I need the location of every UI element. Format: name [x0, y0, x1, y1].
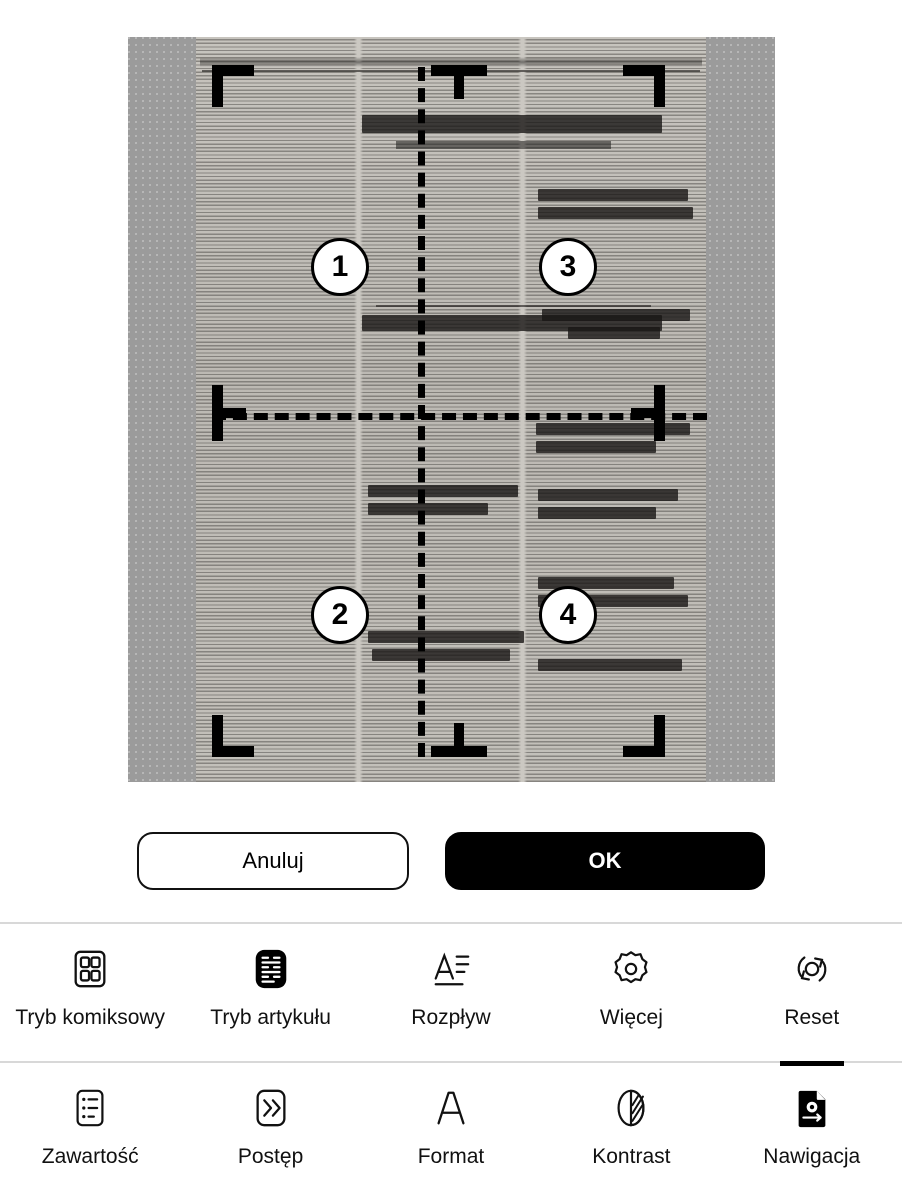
tool-more[interactable]: Więcej — [544, 924, 719, 1030]
scan-masthead — [200, 57, 702, 67]
scan-headline — [536, 423, 690, 435]
cancel-button[interactable]: Anuluj — [137, 832, 409, 890]
dialog-action-bar: Anuluj OK — [0, 800, 902, 922]
tool-label: Kontrast — [592, 1145, 671, 1168]
scan-headline — [538, 659, 682, 671]
tool-reset[interactable]: Reset — [724, 924, 899, 1030]
scan-headline — [538, 507, 656, 519]
crop-region-badge-3[interactable]: 3 — [539, 238, 597, 296]
crop-split-vertical[interactable] — [418, 67, 425, 757]
tool-label: Tryb artykułu — [210, 1006, 331, 1029]
crop-region-badge-1[interactable]: 1 — [311, 238, 369, 296]
tool-contents[interactable]: Zawartość — [3, 1063, 178, 1169]
scan-headline — [362, 115, 662, 133]
gear-icon — [608, 946, 654, 992]
scan-subhead — [396, 141, 611, 149]
tool-label: Postęp — [237, 1145, 304, 1168]
scan-headline — [542, 309, 690, 321]
comic-grid-icon — [67, 946, 113, 992]
tool-navigation[interactable]: Nawigacja — [724, 1061, 899, 1169]
article-mode-icon — [248, 946, 294, 992]
tool-comic-mode[interactable]: Tryb komiksowy — [3, 924, 178, 1030]
crop-region-badge-2[interactable]: 2 — [311, 586, 369, 644]
scan-headline — [368, 485, 518, 497]
toolbar-primary: Tryb komiksowy Tryb artykułu Rozpływ Wię… — [0, 922, 902, 1061]
fast-forward-icon — [248, 1085, 294, 1131]
scan-headline — [372, 649, 510, 661]
reflow-text-icon — [428, 946, 474, 992]
navigation-page-icon — [789, 1085, 835, 1131]
tool-label: Format — [417, 1145, 485, 1168]
tool-format[interactable]: Format — [363, 1063, 538, 1169]
scan-headline — [368, 631, 524, 643]
tool-label: Zawartość — [41, 1145, 139, 1168]
scan-headline — [568, 327, 660, 339]
scan-headline — [538, 189, 688, 201]
tool-label: Nawigacja — [763, 1145, 861, 1168]
crop-preview-area: 1 2 3 4 — [0, 0, 902, 800]
scan-rule — [202, 70, 700, 72]
tool-contrast[interactable]: Kontrast — [544, 1063, 719, 1169]
tool-progress[interactable]: Postęp — [183, 1063, 358, 1169]
letter-a-icon — [428, 1085, 474, 1131]
scanned-page-image — [196, 37, 706, 782]
tool-label: Reset — [784, 1006, 840, 1029]
scan-headline — [538, 489, 678, 501]
tool-label: Więcej — [599, 1006, 663, 1029]
tool-label: Rozpływ — [411, 1006, 491, 1029]
tool-label: Tryb komiksowy — [15, 1006, 166, 1029]
tool-reflow[interactable]: Rozpływ — [363, 924, 538, 1030]
toolbar-secondary: Zawartość Postęp Format Kontrast Nawigac… — [0, 1061, 902, 1200]
table-of-contents-icon — [67, 1085, 113, 1131]
ok-button[interactable]: OK — [445, 832, 765, 890]
tool-article-mode[interactable]: Tryb artykułu — [183, 924, 358, 1030]
contrast-circle-icon — [608, 1085, 654, 1131]
crop-split-horizontal[interactable] — [212, 413, 707, 420]
scan-headline — [538, 207, 693, 219]
column-gutter — [354, 37, 363, 782]
crop-region-badge-4[interactable]: 4 — [539, 586, 597, 644]
scan-headline — [536, 441, 656, 453]
reset-rotate-icon — [789, 946, 835, 992]
app-screen: 1 2 3 4 Anuluj OK Tryb komiksowy Tryb ar… — [0, 0, 902, 1200]
crop-canvas[interactable]: 1 2 3 4 — [128, 37, 775, 782]
scan-headline — [368, 503, 488, 515]
